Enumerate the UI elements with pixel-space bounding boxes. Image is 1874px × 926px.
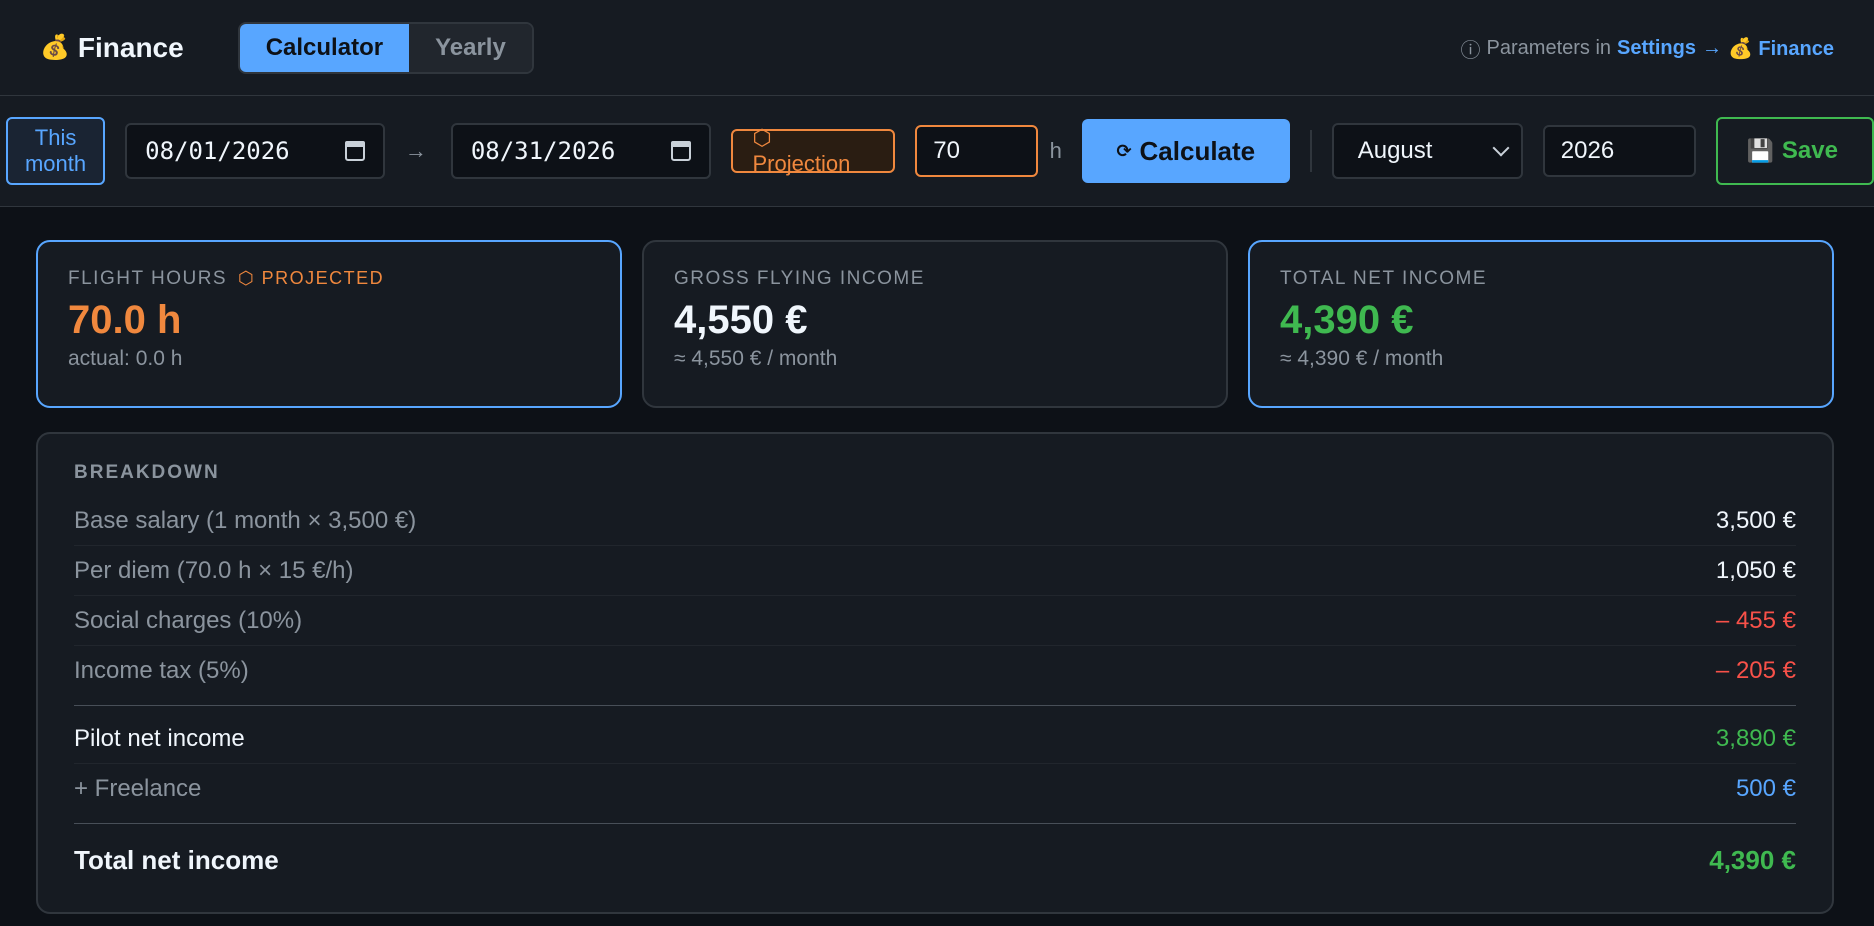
gross-income-monthly: ≈ 4,550 € / month bbox=[674, 347, 838, 370]
month-select-value: August bbox=[1357, 137, 1433, 164]
gross-income-value: 4,550 € bbox=[674, 298, 808, 342]
breakdown-row-social-charges: Social charges (10%) – 455 € bbox=[74, 596, 1796, 646]
breakdown-label: Per diem (70.0 h × 15 €/h) bbox=[74, 556, 354, 584]
net-income-label: TOTAL NET INCOME bbox=[1280, 268, 1487, 289]
arrow-right-icon: → bbox=[1701, 36, 1722, 59]
net-income-card: TOTAL NET INCOME 4,390 € ≈ 4,390 € / mon… bbox=[1248, 240, 1834, 408]
gross-income-card: GROSS FLYING INCOME 4,550 € ≈ 4,550 € / … bbox=[642, 240, 1228, 408]
net-income-monthly: ≈ 4,390 € / month bbox=[1280, 347, 1444, 370]
breakdown-label: Pilot net income bbox=[74, 724, 245, 752]
breakdown-value: 3,890 € bbox=[1715, 724, 1796, 752]
toolbar-divider bbox=[1309, 130, 1312, 172]
app-title: 💰 Finance bbox=[40, 32, 184, 64]
breakdown-label: Income tax (5%) bbox=[74, 657, 249, 684]
calendar-icon[interactable] bbox=[344, 141, 365, 161]
save-label: Save bbox=[1781, 137, 1838, 164]
parameters-hint: ⓘ Parameters in Settings → 💰 Finance bbox=[1461, 0, 1834, 96]
breakdown-value: 3,500 € bbox=[1715, 506, 1796, 534]
floppy-disk-icon: 💾 bbox=[1746, 138, 1774, 163]
breakdown-total-label: Total net income bbox=[74, 844, 279, 875]
flight-hours-label-text: FLIGHT HOURS bbox=[68, 268, 228, 289]
date-to-input[interactable]: 08/31/2026 bbox=[450, 123, 711, 179]
breakdown-row-per-diem: Per diem (70.0 h × 15 €/h) 1,050 € bbox=[74, 546, 1796, 596]
breakdown-row-total: Total net income 4,390 € bbox=[74, 832, 1796, 888]
net-income-value: 4,390 € bbox=[1280, 298, 1414, 342]
breakdown-divider bbox=[74, 823, 1796, 824]
this-month-button[interactable]: This month bbox=[6, 117, 106, 185]
chevron-down-icon bbox=[1492, 139, 1510, 157]
date-to-value: 08/31/2026 bbox=[470, 137, 616, 165]
projected-hours-input[interactable]: 70 bbox=[915, 125, 1038, 177]
gross-income-label: GROSS FLYING INCOME bbox=[674, 268, 925, 289]
parameters-hint-text: Parameters in bbox=[1486, 36, 1612, 59]
settings-link[interactable]: Settings bbox=[1617, 37, 1696, 60]
tab-calculator[interactable]: Calculator bbox=[239, 23, 410, 72]
flight-hours-actual: actual: 0.0 h bbox=[68, 347, 183, 370]
tab-yearly[interactable]: Yearly bbox=[409, 23, 532, 72]
calendar-icon[interactable] bbox=[670, 141, 691, 161]
breakdown-total-value: 4,390 € bbox=[1709, 844, 1796, 875]
projected-badge: ⬡ PROJECTED bbox=[237, 268, 385, 288]
this-month-line2: month bbox=[24, 151, 87, 176]
range-arrow-icon: → bbox=[404, 138, 427, 163]
app-title-text: Finance bbox=[77, 31, 184, 63]
breakdown-title: BREAKDOWN bbox=[74, 462, 220, 483]
breakdown-label: + Freelance bbox=[74, 775, 202, 802]
finance-settings-link[interactable]: 💰 Finance bbox=[1728, 36, 1834, 61]
breakdown-value: 1,050 € bbox=[1715, 556, 1796, 584]
flight-hours-value: 70.0 h bbox=[68, 298, 182, 342]
calculate-label: Calculate bbox=[1139, 135, 1256, 166]
calculate-button[interactable]: ⟳ Calculate bbox=[1081, 119, 1290, 183]
info-icon: ⓘ bbox=[1460, 39, 1481, 62]
date-from-input[interactable]: 08/01/2026 bbox=[125, 123, 385, 179]
year-input[interactable]: 2026 bbox=[1542, 125, 1697, 177]
breakdown-row-base-salary: Base salary (1 month × 3,500 €) 3,500 € bbox=[74, 496, 1796, 546]
breakdown-divider bbox=[74, 705, 1796, 706]
money-bag-icon: 💰 bbox=[40, 34, 70, 61]
breakdown-row-freelance: + Freelance 500 € bbox=[74, 764, 1796, 814]
refresh-icon: ⟳ bbox=[1116, 140, 1132, 161]
breakdown-value: – 205 € bbox=[1715, 657, 1796, 684]
breakdown-label: Social charges (10%) bbox=[74, 606, 303, 634]
flight-hours-card: FLIGHT HOURS ⬡ PROJECTED 70.0 h actual: … bbox=[36, 240, 622, 408]
flight-hours-label: FLIGHT HOURS ⬡ PROJECTED bbox=[68, 268, 590, 290]
toolbar: This month 08/01/2026 → 08/31/2026 ⬡ Pro… bbox=[0, 96, 1874, 207]
breakdown-label: Base salary (1 month × 3,500 €) bbox=[74, 506, 417, 534]
breakdown-panel: BREAKDOWN Base salary (1 month × 3,500 €… bbox=[36, 432, 1834, 914]
breakdown-value: – 455 € bbox=[1715, 606, 1796, 634]
date-from-value: 08/01/2026 bbox=[145, 137, 290, 165]
view-tabs: Calculator Yearly bbox=[237, 21, 534, 74]
hours-unit-label: h bbox=[1049, 138, 1062, 163]
summary-cards: FLIGHT HOURS ⬡ PROJECTED 70.0 h actual: … bbox=[36, 240, 1834, 408]
projection-toggle[interactable]: ⬡ Projection bbox=[730, 125, 896, 176]
save-button[interactable]: 💾 Save bbox=[1716, 117, 1874, 185]
breakdown-value: 500 € bbox=[1735, 775, 1796, 802]
app-header: 💰 Finance Calculator Yearly ⓘ Parameters… bbox=[0, 0, 1874, 96]
month-select[interactable]: August bbox=[1331, 123, 1523, 179]
breakdown-row-pilot-net: Pilot net income 3,890 € bbox=[74, 714, 1796, 764]
this-month-line1: This bbox=[34, 125, 77, 150]
breakdown-row-income-tax: Income tax (5%) – 205 € bbox=[74, 646, 1796, 696]
